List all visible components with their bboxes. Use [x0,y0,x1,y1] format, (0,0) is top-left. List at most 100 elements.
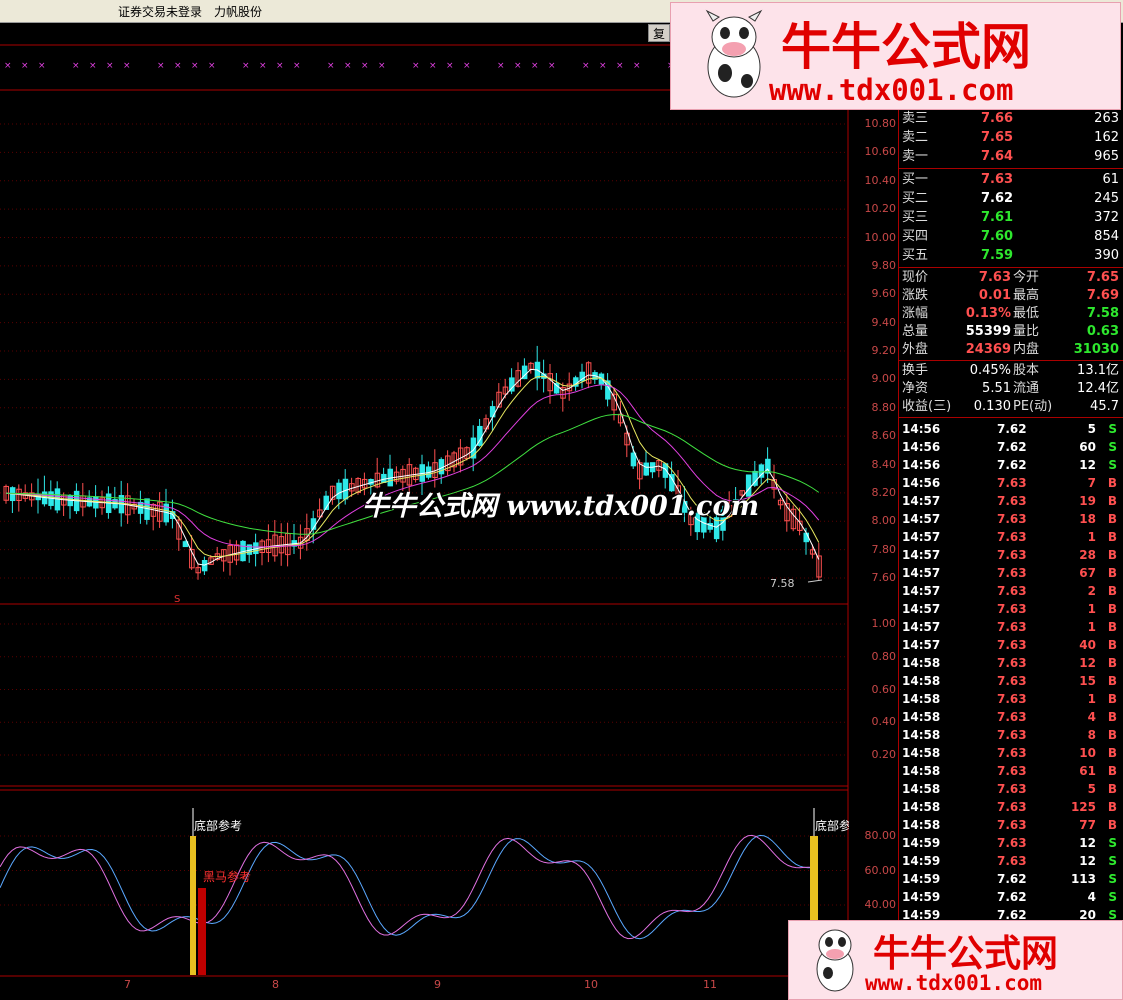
tick-time: 14:58 [902,692,941,706]
tick-time: 14:58 [902,782,941,796]
tick-time: 14:58 [902,728,941,742]
tick-row: 14:56 7.62 5 S [899,420,1123,438]
tick-time: 14:57 [902,548,941,562]
x-marker: × [89,61,97,71]
watermark: 牛牛公式网 www.tdx001.com [362,491,760,522]
candle-body [765,458,771,474]
fq-button[interactable]: 复权 [648,24,670,42]
x-marker: × [327,61,335,71]
tick-row: 14:57 7.63 18 B [899,510,1123,528]
tick-time: 14:57 [902,566,941,580]
tick-price: 7.62 [997,872,1027,886]
tick-price: 7.63 [997,584,1027,598]
x-marker: × [208,61,216,71]
tick-price: 7.63 [997,566,1027,580]
cow-logo-icon [816,929,854,992]
orderbook-volume: 61 [1102,172,1119,187]
tick-volume: 1 [1087,602,1096,616]
price-tick-label: 7.60 [871,571,897,584]
quote-label: 现价 [902,270,929,285]
tick-direction: B [1107,656,1117,670]
tick-volume: 12 [1079,854,1096,868]
tick-direction: B [1107,512,1117,526]
tick-row: 14:56 7.63 7 B [899,474,1123,492]
tick-direction: B [1107,584,1117,598]
tick-time: 14:57 [902,638,941,652]
tick-price: 7.63 [997,530,1027,544]
tick-time: 14:59 [902,890,941,904]
divider [899,168,1123,169]
candle-body [803,532,809,543]
tick-direction: B [1107,530,1117,544]
quote-label: 内盘 [1013,342,1040,357]
tick-volume: 5 [1087,782,1096,796]
indicator-tick-label: 0.20 [871,748,897,761]
price-tick-label: 8.40 [871,457,897,471]
x-marker: × [242,61,250,71]
tick-volume: 18 [1079,512,1096,526]
orderbook-label: 买五 [902,248,929,263]
tick-time: 14:59 [902,872,941,886]
quote-row: 涨幅 0.13% 最低 7.58 [899,305,1123,323]
tick-row: 14:56 7.62 60 S [899,438,1123,456]
quote-label: 量比 [1013,324,1040,339]
candle-body [336,482,342,500]
tick-direction: S [1108,872,1117,886]
tick-time: 14:56 [902,458,941,472]
x-marker: × [497,61,505,71]
tick-time: 14:58 [902,764,941,778]
x-marker: × [531,61,539,71]
candle-body [643,462,649,476]
banner-url-bottom: www.tdx001.com [865,971,1043,995]
x-marker: × [412,61,420,71]
finance-label: 股本 [1013,363,1040,378]
tick-row: 14:59 7.62 4 S [899,888,1123,906]
x-marker: × [446,61,454,71]
tick-volume: 61 [1079,764,1096,778]
tick-time: 14:58 [902,818,941,832]
divider [899,360,1123,361]
orderbook-price: 7.61 [981,210,1014,225]
tick-price: 7.63 [997,494,1027,508]
orderbook-volume: 263 [1094,111,1119,126]
price-tick-label: 10.60 [864,145,897,159]
x-marker: × [463,61,471,71]
tick-time: 14:57 [902,584,941,598]
tick-price: 7.63 [997,548,1027,562]
low-price-arrow [807,579,823,583]
x-marker: × [276,61,284,71]
finance-value: 45.7 [1090,399,1119,414]
orderbook-price: 7.62 [981,191,1014,206]
x-marker: × [633,61,641,71]
bottom-ref-label-2: 底部参 [815,819,849,833]
bottom-signal-bar [190,836,196,975]
quote-row: 涨跌 0.01 最高 7.69 [899,287,1123,305]
tick-row: 14:57 7.63 1 B [899,600,1123,618]
tick-volume: 15 [1079,674,1096,688]
tick-direction: B [1107,494,1117,508]
tick-row: 14:58 7.63 1 B [899,690,1123,708]
tick-direction: B [1107,638,1117,652]
login-status: 证券交易未登录 [118,5,203,19]
bottom-signal-bar [810,836,818,920]
tick-time: 14:58 [902,674,941,688]
orderbook-row: 买五 7.59 390 [899,247,1123,265]
price-tick-label: 8.00 [871,514,897,528]
orderbook-price: 7.59 [981,248,1014,263]
date-tick-label: 9 [434,978,441,991]
quote-row: 总量 55399 量比 0.63 [899,323,1123,341]
osc-slow-line [0,834,812,940]
price-tick-label: 8.60 [871,429,897,443]
sell-marker: S [174,594,181,605]
tick-price: 7.63 [997,710,1027,724]
orderbook-row: 卖二 7.65 162 [899,129,1123,147]
finance-row: 换手 0.45% 股本 13.1亿 [899,362,1123,380]
banner-url: www.tdx001.com [769,73,1014,107]
candle-body [630,452,637,467]
x-marker: × [514,61,522,71]
tick-direction: B [1107,476,1117,490]
orderbook-label: 买一 [902,172,929,187]
tick-volume: 2 [1087,584,1096,598]
tick-price: 7.63 [997,476,1027,490]
candle-body [758,464,765,478]
